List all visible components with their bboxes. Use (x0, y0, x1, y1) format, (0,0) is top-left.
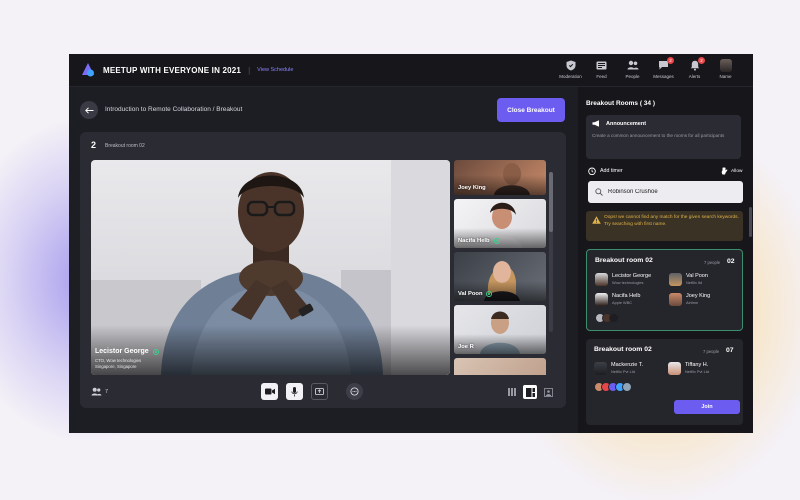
feed-icon (595, 58, 609, 72)
nav-people[interactable]: People (617, 58, 648, 79)
megaphone-icon (592, 120, 599, 127)
breakout-room-card[interactable]: Breakout room 02 7 people 07 Mackenzie T… (586, 339, 743, 425)
chat-button[interactable] (346, 383, 363, 400)
panel-title: Breakout Rooms ( 34 ) (586, 100, 655, 107)
online-status-icon (493, 238, 500, 244)
add-timer-button[interactable]: Add timer (588, 167, 623, 175)
nav-feed[interactable]: Feed (586, 58, 617, 79)
app-logo-icon (80, 62, 96, 78)
avatar (669, 293, 682, 306)
no-match-warning: Oops! we cannot find any match for the g… (586, 211, 743, 241)
chat-icon (350, 387, 359, 396)
search-icon (595, 188, 603, 196)
warning-icon (592, 216, 601, 224)
breadcrumb: Introduction to Remote Collaboration / B… (105, 106, 243, 113)
room-member: Tiffany H. Netflix Pvt Ltd (668, 362, 709, 375)
participant-thumb[interactable]: Nacifa Helb (454, 199, 546, 248)
timer-icon (588, 167, 596, 175)
breakout-room-card[interactable]: Breakout room 02 7 people 02 Lecistor Ge… (586, 249, 743, 331)
nav-profile[interactable]: Name (710, 58, 741, 79)
speaker-layout-button[interactable] (523, 385, 537, 399)
room-member: Mackenzie T. Netflix Pvt Ltd (594, 362, 643, 375)
spotlight-layout-icon (543, 387, 553, 397)
view-schedule-link[interactable]: View Schedule (257, 67, 293, 73)
participant-thumb[interactable]: Val Poon (454, 252, 546, 301)
participant-count[interactable]: 7 (91, 387, 108, 396)
thumbnails-scrollbar[interactable] (549, 172, 553, 332)
top-nav: Moderation Feed People 2 Messages 2 Aler… (555, 57, 741, 79)
speaker-name: Lecistor George (95, 348, 159, 355)
nav-alerts[interactable]: 2 Alerts (679, 57, 710, 79)
title-separator: | (248, 65, 251, 75)
spotlight-layout-button[interactable] (541, 385, 555, 399)
room-name: Breakout room 02 (105, 143, 145, 149)
meetup-app-window: MEETUP WITH EVERYONE IN 2021 | View Sche… (69, 54, 753, 433)
video-toggle-button[interactable] (261, 383, 278, 400)
top-header: MEETUP WITH EVERYONE IN 2021 | View Sche… (69, 54, 753, 87)
announcement-input[interactable] (592, 132, 732, 154)
join-room-button[interactable]: Join (674, 400, 740, 414)
speaker-layout-icon (525, 387, 535, 397)
avatar (622, 382, 632, 392)
main-speaker-video[interactable]: Lecistor George CTO, Wow technologies Si… (91, 160, 450, 375)
search-field[interactable] (588, 181, 743, 203)
participant-thumb[interactable]: Joey King (454, 160, 546, 195)
search-input[interactable] (608, 189, 733, 195)
room-member: Nacifa Helb Apple WBC (595, 293, 640, 306)
close-breakout-button[interactable]: Close Breakout (497, 98, 565, 122)
room-member: Joey King Airtime (669, 293, 710, 306)
room-member: Val Poon Netflix Itd (669, 273, 708, 286)
layout-switcher (501, 385, 555, 399)
nav-moderation[interactable]: Moderation (555, 58, 586, 79)
avatar (595, 293, 608, 306)
app-title: MEETUP WITH EVERYONE IN 2021 (103, 65, 242, 75)
share-screen-icon (315, 387, 324, 395)
grid-layout-button[interactable] (505, 385, 519, 399)
allow-toggle[interactable]: Allow (721, 167, 742, 175)
avatar (668, 362, 681, 375)
avatar (609, 313, 619, 323)
shield-icon (564, 58, 578, 72)
video-icon (264, 388, 275, 395)
call-controls (261, 383, 371, 400)
alerts-badge: 2 (698, 57, 705, 64)
participant-thumbnails: Joey King Nacifa Helb Val Poon Joe R (454, 160, 546, 375)
back-button[interactable] (80, 101, 98, 119)
avatar (595, 273, 608, 286)
user-avatar (719, 58, 732, 72)
participant-thumb[interactable] (454, 358, 546, 375)
arrow-left-icon (84, 106, 93, 114)
hand-icon (721, 167, 728, 175)
people-icon (626, 58, 640, 72)
online-status-icon (152, 348, 159, 355)
avatar (669, 273, 682, 286)
grid-layout-icon (508, 388, 516, 396)
share-screen-button[interactable] (311, 383, 328, 400)
room-member: Lecistor George Wow technologies (595, 273, 651, 286)
panel-scrollbar[interactable] (749, 207, 752, 237)
room-member-avatars (594, 382, 632, 392)
people-icon (91, 387, 102, 396)
participant-thumb[interactable]: Joe R (454, 305, 546, 354)
announcement-box: Announcement (586, 115, 741, 159)
announcement-title: Announcement (606, 120, 647, 127)
speaker-role: CTO, Wow technologies Singapore, Singapo… (95, 358, 142, 369)
online-status-icon (486, 291, 493, 297)
mic-icon (291, 386, 298, 396)
messages-badge: 2 (667, 57, 674, 64)
mic-toggle-button[interactable] (286, 383, 303, 400)
breakout-rooms-panel: Breakout Rooms ( 34 ) Announcement Add t… (578, 87, 753, 433)
avatar (594, 362, 607, 375)
room-number: 2 (91, 140, 97, 150)
nav-messages[interactable]: 2 Messages (648, 57, 679, 79)
video-stage: 2 Breakout room 02 Lecistor George CTO, … (80, 132, 566, 408)
room-member-avatars (595, 313, 619, 323)
